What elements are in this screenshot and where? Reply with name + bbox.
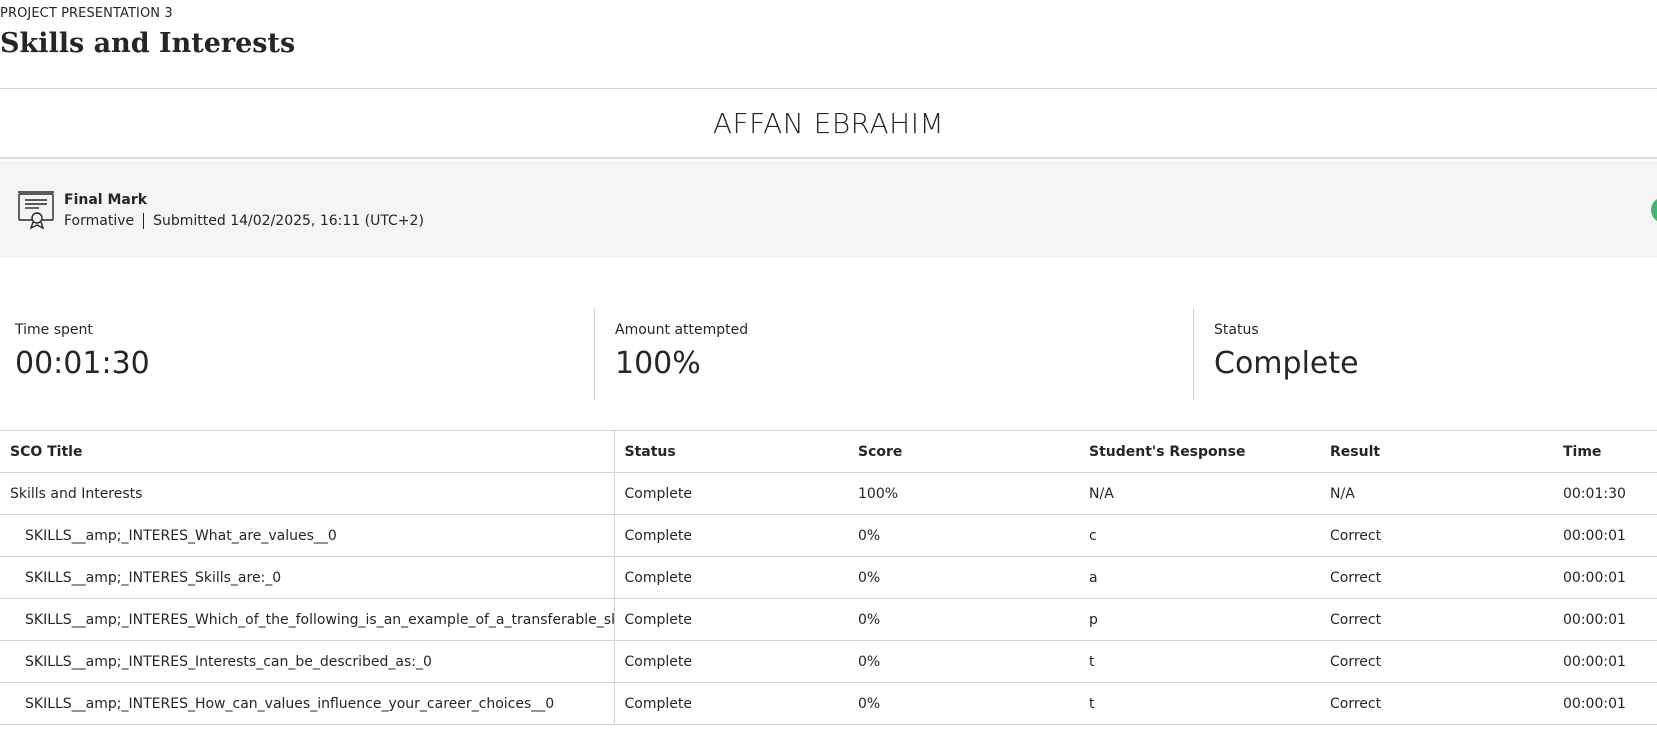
score-cell: 0% xyxy=(848,682,1079,725)
column-header-response[interactable]: Student's Response xyxy=(1079,430,1320,473)
status-cell: Complete xyxy=(614,598,848,641)
sco-table-container: SCO Title Status Score Student's Respons… xyxy=(0,430,1657,725)
certificate-icon xyxy=(17,190,55,230)
student-banner: AFFAN EBRAHIM xyxy=(0,89,1657,159)
stat-value: 100% xyxy=(615,346,701,381)
student-name: AFFAN EBRAHIM xyxy=(712,107,945,140)
final-mark-title: Final Mark xyxy=(64,192,148,208)
status-cell: Complete xyxy=(614,514,848,557)
result-cell: N/A xyxy=(1320,472,1553,515)
table-row[interactable]: Skills and Interests Complete 100% N/A N… xyxy=(0,472,1657,515)
response-cell: a xyxy=(1079,556,1320,599)
table-row[interactable]: SKILLS__amp;_INTERES_Interests_can_be_de… xyxy=(0,640,1657,683)
stat-divider xyxy=(594,308,595,400)
score-cell: 0% xyxy=(848,514,1079,557)
result-cell: Correct xyxy=(1320,556,1553,599)
score-cell: 0% xyxy=(848,598,1079,641)
assessment-type: Formative xyxy=(64,213,135,229)
response-cell: t xyxy=(1079,640,1320,683)
sco-title-cell: Skills and Interests xyxy=(0,472,615,515)
table-row[interactable]: SKILLS__amp;_INTERES_What_are_values__0 … xyxy=(0,514,1657,557)
stat-divider xyxy=(1193,308,1194,400)
column-header-sco-title[interactable]: SCO Title xyxy=(0,430,615,473)
status-cell: Complete xyxy=(614,640,848,683)
time-cell: 00:00:01 xyxy=(1553,514,1657,557)
response-cell: p xyxy=(1079,598,1320,641)
status-cell: Complete xyxy=(614,682,848,725)
column-header-result[interactable]: Result xyxy=(1320,430,1553,473)
sco-title-cell: SKILLS__amp;_INTERES_What_are_values__0 xyxy=(0,514,615,557)
response-cell: N/A xyxy=(1079,472,1320,515)
submitted-date: Submitted 14/02/2025, 16:11 (UTC+2) xyxy=(153,213,424,229)
page-header: PROJECT PRESENTATION 3 Skills and Intere… xyxy=(0,0,1657,89)
assessment-eyebrow: PROJECT PRESENTATION 3 xyxy=(0,6,173,21)
response-cell: c xyxy=(1079,514,1320,557)
table-row[interactable]: SKILLS__amp;_INTERES_How_can_values_infl… xyxy=(0,682,1657,725)
meta-divider xyxy=(143,213,145,229)
sco-title-cell: SKILLS__amp;_INTERES_Which_of_the_follow… xyxy=(0,598,615,641)
stats-row: Time spent 00:01:30 Amount attempted 100… xyxy=(0,308,1657,400)
stat-label: Time spent xyxy=(15,322,93,338)
result-cell: Correct xyxy=(1320,514,1553,557)
sco-title-cell: SKILLS__amp;_INTERES_How_can_values_infl… xyxy=(0,682,615,725)
score-cell: 0% xyxy=(848,556,1079,599)
sco-table: SCO Title Status Score Student's Respons… xyxy=(0,430,1657,725)
stat-label: Amount attempted xyxy=(615,322,749,338)
status-cell: Complete xyxy=(614,472,848,515)
column-header-status[interactable]: Status xyxy=(614,430,848,473)
stat-status: Status Complete xyxy=(1199,308,1657,400)
column-header-time[interactable]: Time xyxy=(1553,430,1657,473)
score-cell: 100% xyxy=(848,472,1079,515)
stat-time-spent: Time spent 00:01:30 xyxy=(0,308,594,400)
result-cell: Correct xyxy=(1320,682,1553,725)
time-cell: 00:01:30 xyxy=(1553,472,1657,515)
table-row[interactable]: SKILLS__amp;_INTERES_Skills_are:_0 Compl… xyxy=(0,556,1657,599)
table-header-row: SCO Title Status Score Student's Respons… xyxy=(0,430,1657,473)
stat-value: Complete xyxy=(1214,346,1359,381)
time-cell: 00:00:01 xyxy=(1553,682,1657,725)
time-cell: 00:00:01 xyxy=(1553,640,1657,683)
sco-title-cell: SKILLS__amp;_INTERES_Interests_can_be_de… xyxy=(0,640,615,683)
time-cell: 00:00:01 xyxy=(1553,556,1657,599)
stat-label: Status xyxy=(1214,322,1259,338)
result-cell: Correct xyxy=(1320,640,1553,683)
status-cell: Complete xyxy=(614,556,848,599)
column-header-score[interactable]: Score xyxy=(848,430,1079,473)
score-cell: 0% xyxy=(848,640,1079,683)
final-mark-meta: Formative Submitted 14/02/2025, 16:11 (U… xyxy=(64,213,424,229)
time-cell: 00:00:01 xyxy=(1553,598,1657,641)
response-cell: t xyxy=(1079,682,1320,725)
result-cell: Correct xyxy=(1320,598,1553,641)
final-mark-panel: Final Mark Formative Submitted 14/02/202… xyxy=(0,161,1657,258)
stat-value: 00:01:30 xyxy=(15,346,150,381)
table-row[interactable]: SKILLS__amp;_INTERES_Which_of_the_follow… xyxy=(0,598,1657,641)
page-title: Skills and Interests xyxy=(0,28,296,59)
stat-amount-attempted: Amount attempted 100% xyxy=(600,308,1193,400)
sco-title-cell: SKILLS__amp;_INTERES_Skills_are:_0 xyxy=(0,556,615,599)
